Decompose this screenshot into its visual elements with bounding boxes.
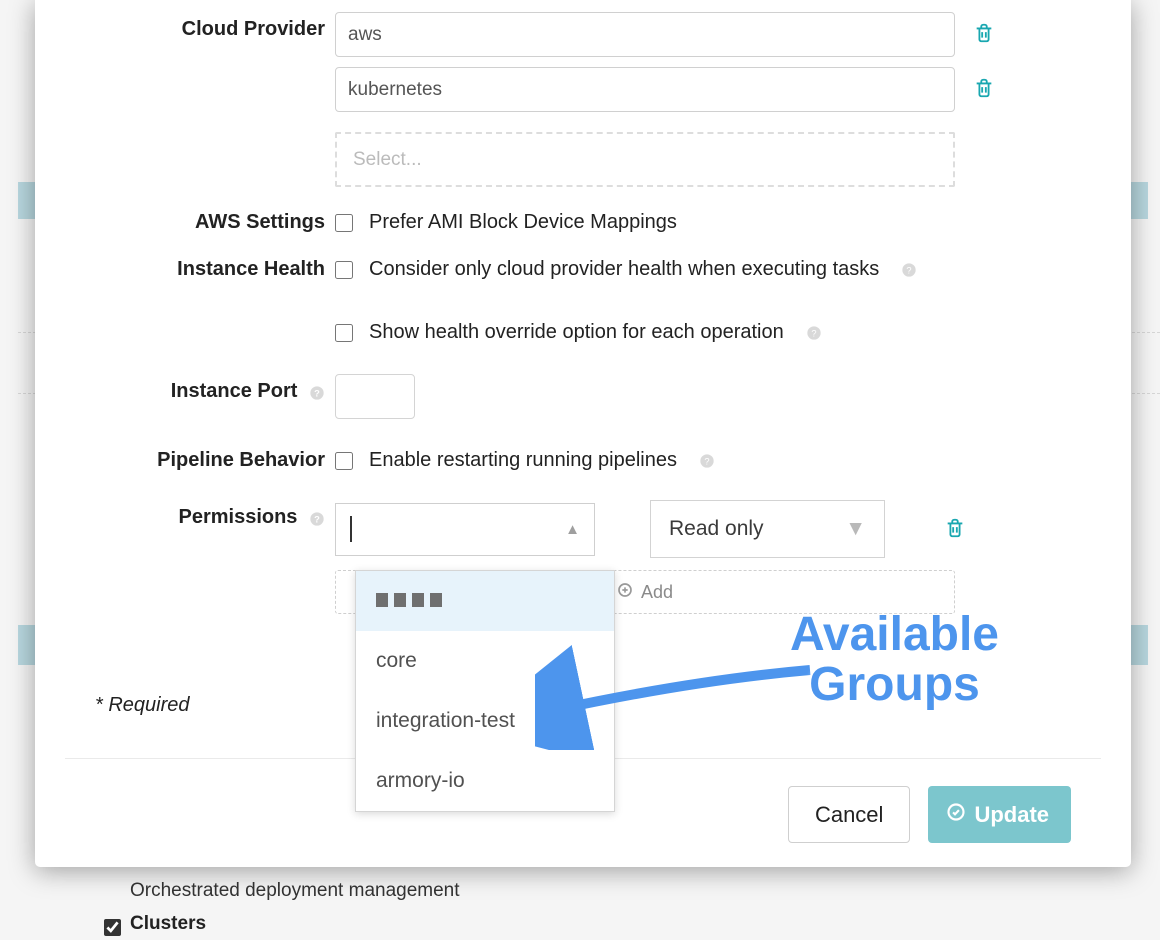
background-text-orchestrated: Orchestrated deployment management	[130, 880, 460, 902]
prefer-ami-checkbox[interactable]	[335, 214, 353, 232]
permissions-level-select[interactable]: Read only ▼	[650, 500, 885, 558]
dropdown-option-integration-test[interactable]: integration-test	[356, 691, 614, 751]
permissions-level-value: Read only	[669, 517, 764, 541]
svg-text:?: ?	[314, 388, 320, 398]
instance-port-label-text: Instance Port	[171, 380, 298, 402]
svg-text:?: ?	[704, 456, 709, 466]
dropdown-option-core[interactable]: core	[356, 631, 614, 691]
update-button-label: Update	[974, 802, 1049, 828]
health-override-label: Show health override option for each ope…	[369, 321, 784, 344]
text-cursor	[350, 516, 352, 542]
trash-icon	[944, 528, 966, 543]
help-icon[interactable]: ?	[699, 453, 715, 469]
svg-text:?: ?	[907, 265, 912, 275]
edit-application-modal: Cloud Provider aws kubernetes	[35, 0, 1131, 867]
only-cloud-health-checkbox[interactable]	[335, 261, 353, 279]
instance-port-label: Instance Port ?	[65, 374, 325, 403]
remove-permission-button[interactable]	[940, 516, 970, 543]
dropdown-option-redacted[interactable]	[356, 571, 614, 631]
pipeline-behavior-label: Pipeline Behavior	[65, 443, 325, 472]
cloud-provider-label: Cloud Provider	[65, 12, 325, 41]
plus-circle-icon	[617, 582, 633, 603]
required-note: * Required	[95, 694, 190, 717]
permissions-label-text: Permissions	[178, 506, 297, 528]
cloud-provider-value-kubernetes[interactable]: kubernetes	[335, 67, 955, 112]
permissions-group-dropdown: core integration-test armory-io	[355, 570, 615, 812]
prefer-ami-label: Prefer AMI Block Device Mappings	[369, 211, 677, 234]
cancel-button[interactable]: Cancel	[788, 786, 910, 843]
svg-text:?: ?	[314, 514, 320, 524]
trash-icon	[973, 88, 995, 103]
help-icon[interactable]: ?	[309, 384, 325, 400]
help-icon[interactable]: ?	[806, 325, 822, 341]
enable-restart-label: Enable restarting running pipelines	[369, 449, 677, 472]
clusters-checkbox[interactable]	[104, 919, 121, 936]
health-override-checkbox[interactable]	[335, 324, 353, 342]
trash-icon	[973, 33, 995, 48]
help-icon[interactable]: ?	[901, 262, 917, 278]
chevron-down-icon: ▼	[845, 517, 866, 541]
dropdown-option-armory-io[interactable]: armory-io	[356, 751, 614, 811]
instance-health-label: Instance Health	[65, 252, 325, 281]
cloud-provider-add-placeholder: Select...	[353, 149, 422, 171]
cloud-provider-value-aws[interactable]: aws	[335, 12, 955, 57]
only-cloud-health-label: Consider only cloud provider health when…	[369, 258, 879, 281]
background-text-clusters: Clusters	[130, 913, 206, 935]
svg-text:?: ?	[811, 328, 816, 338]
permissions-label: Permissions ?	[65, 500, 325, 529]
permissions-group-select[interactable]: ▲	[335, 503, 595, 556]
redacted-text	[376, 593, 442, 607]
instance-port-input[interactable]	[335, 374, 415, 419]
cloud-provider-add-select[interactable]: Select...	[335, 132, 955, 187]
check-circle-icon	[946, 802, 966, 828]
remove-aws-button[interactable]	[969, 21, 999, 48]
aws-settings-label: AWS Settings	[65, 205, 325, 234]
remove-kubernetes-button[interactable]	[969, 76, 999, 103]
help-icon[interactable]: ?	[309, 510, 325, 526]
modal-footer-buttons: Cancel Update	[788, 786, 1071, 843]
chevron-up-icon: ▲	[565, 521, 580, 538]
update-button[interactable]: Update	[928, 786, 1071, 843]
add-permission-label: Add	[641, 582, 673, 603]
enable-restart-checkbox[interactable]	[335, 452, 353, 470]
